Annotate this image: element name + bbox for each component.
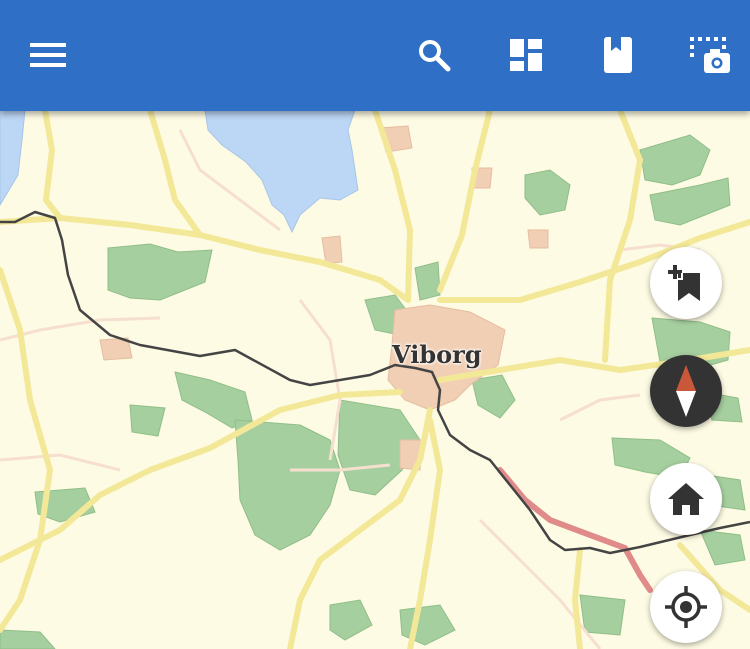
- screenshot-capture-icon: [690, 37, 730, 73]
- urban-area: [321, 235, 343, 265]
- dashboard-button[interactable]: [496, 25, 556, 85]
- home-button[interactable]: [650, 463, 722, 535]
- compass-icon: [676, 365, 696, 417]
- add-bookmark-button[interactable]: [650, 247, 722, 319]
- home-icon: [668, 483, 704, 515]
- city-label: Viborg: [392, 340, 482, 369]
- my-location-icon: [665, 586, 707, 628]
- dashboard-icon: [510, 39, 542, 71]
- menu-icon: [30, 43, 66, 67]
- screenshot-button[interactable]: [680, 25, 740, 85]
- my-location-button[interactable]: [650, 571, 722, 643]
- search-icon: [419, 40, 451, 72]
- bookmark-icon: [604, 37, 632, 73]
- menu-button[interactable]: [18, 25, 78, 85]
- compass-button[interactable]: [650, 355, 722, 427]
- app-bar: [0, 0, 750, 111]
- urban-area: [527, 229, 549, 249]
- bookmarks-button[interactable]: [588, 25, 648, 85]
- forest: [579, 594, 626, 636]
- add-bookmark-icon: [668, 265, 700, 301]
- forest: [414, 261, 441, 301]
- search-button[interactable]: [404, 25, 464, 85]
